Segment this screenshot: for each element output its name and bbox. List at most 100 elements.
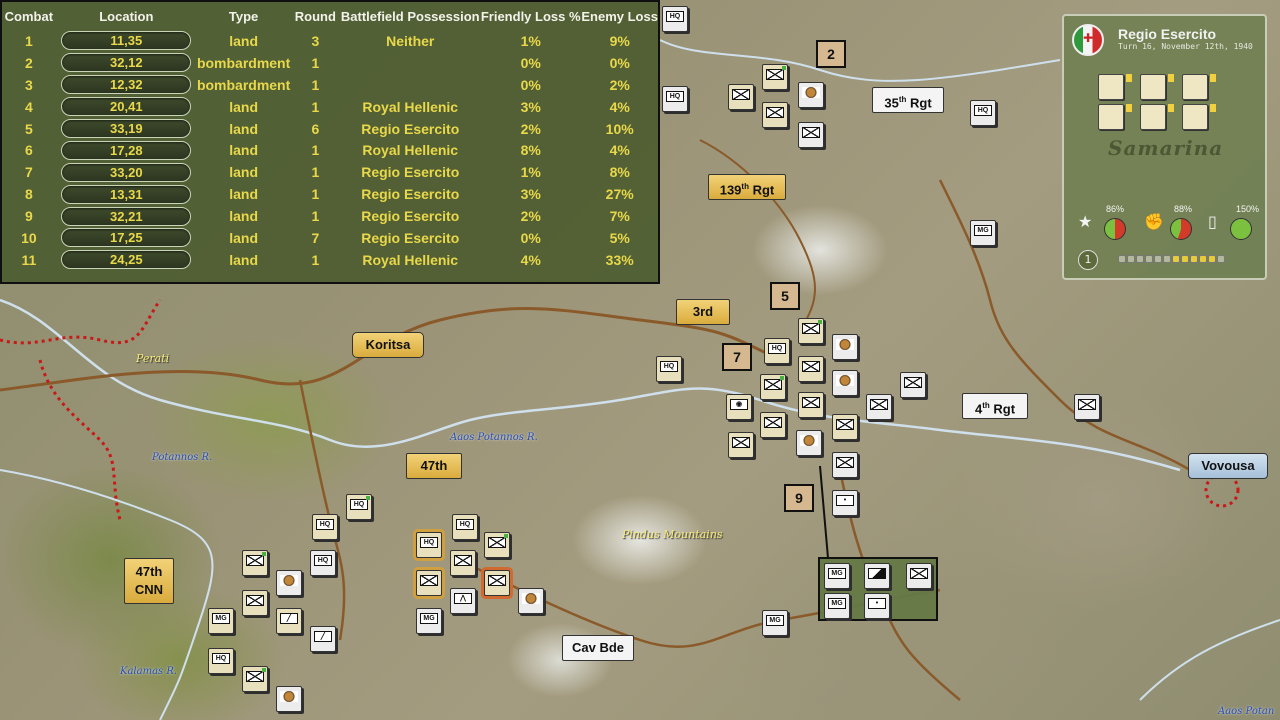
label-vovousa[interactable]: Vovousa <box>1188 453 1268 479</box>
table-row[interactable]: 5 33,19 land 6 Regio Esercito 2% 10% <box>2 118 658 140</box>
unit-counter-hq[interactable]: HQ <box>346 494 372 520</box>
unit-counter-hq[interactable]: HQ <box>208 648 234 674</box>
unit-counter-infantry[interactable] <box>760 412 786 438</box>
unit-counter-mg[interactable]: MG <box>824 563 850 589</box>
table-row[interactable]: 4 20,41 land 1 Royal Hellenic 3% 4% <box>2 96 658 118</box>
combat-marker-9[interactable]: 9 <box>784 484 814 512</box>
label-47th-cnn[interactable]: 47th CNN <box>124 558 174 604</box>
location-pill[interactable]: 17,28 <box>61 140 192 160</box>
unit-counter-artillery[interactable] <box>796 430 822 456</box>
location-pill[interactable]: 20,41 <box>61 97 192 117</box>
unit-counter-artillery[interactable] <box>276 686 302 712</box>
unit-counter-mg[interactable]: MG <box>208 608 234 634</box>
location-pill[interactable]: 11,35 <box>61 31 192 51</box>
label-47th[interactable]: 47th <box>406 453 462 479</box>
unit-counter-mg[interactable]: MG <box>824 593 850 619</box>
unit-counter-infantry[interactable] <box>798 318 824 344</box>
unit-counter-supply[interactable]: • <box>832 490 858 516</box>
combat-number: 10 <box>21 229 37 246</box>
unit-counter-hq[interactable]: HQ <box>310 550 336 576</box>
unit-counter-infantry[interactable] <box>832 452 858 478</box>
label-4th-rgt[interactable]: 4th Rgt <box>962 393 1028 419</box>
unit-counter-artillery[interactable] <box>798 82 824 108</box>
location-pill[interactable]: 17,25 <box>61 228 192 248</box>
unit-counter-infantry[interactable] <box>900 372 926 398</box>
label-cav-bde[interactable]: Cav Bde <box>562 635 634 661</box>
panel-unit-counter[interactable] <box>1098 74 1124 100</box>
unit-counter-hq[interactable]: HQ <box>662 86 688 112</box>
table-row[interactable]: 2 32,12 bombardment 1 0% 0% <box>2 52 658 74</box>
panel-unit-counter[interactable] <box>1182 104 1208 130</box>
unit-counter-infantry[interactable] <box>798 122 824 148</box>
unit-counter-infantry[interactable] <box>728 84 754 110</box>
combat-marker-7[interactable]: 7 <box>722 343 752 371</box>
unit-counter-artillery[interactable] <box>518 588 544 614</box>
unit-counter-infantry[interactable] <box>484 532 510 558</box>
table-row[interactable]: 8 13,31 land 1 Regio Esercito 3% 27% <box>2 183 658 205</box>
location-pill[interactable]: 32,21 <box>61 206 192 226</box>
unit-counter-infantry[interactable] <box>242 590 268 616</box>
panel-unit-counter[interactable] <box>1098 104 1124 130</box>
table-row[interactable]: 10 17,25 land 7 Regio Esercito 0% 5% <box>2 227 658 249</box>
unit-counter-infantry[interactable] <box>762 102 788 128</box>
unit-counter-hq[interactable]: HQ <box>656 356 682 382</box>
label-koritsa[interactable]: Koritsa <box>352 332 424 358</box>
unit-counter-hq[interactable]: HQ <box>970 100 996 126</box>
table-row[interactable]: 7 33,20 land 1 Regio Esercito 1% 8% <box>2 161 658 183</box>
unit-counter-cavalry[interactable]: ╱ <box>310 626 336 652</box>
table-row[interactable]: 9 32,21 land 1 Regio Esercito 2% 7% <box>2 205 658 227</box>
label-3rd[interactable]: 3rd <box>676 299 730 325</box>
panel-unit-counter[interactable] <box>1140 104 1166 130</box>
unit-counter-artillery[interactable] <box>832 370 858 396</box>
unit-counter-supply[interactable]: • <box>864 593 890 619</box>
unit-stack-callout[interactable]: MG MG • <box>818 557 938 621</box>
unit-counter-infantry[interactable] <box>760 374 786 400</box>
location-pill[interactable]: 13,31 <box>61 184 192 204</box>
panel-unit-counter[interactable] <box>1182 74 1208 100</box>
unit-counter-hq[interactable]: HQ <box>662 6 688 32</box>
unit-counter-infantry[interactable] <box>242 550 268 576</box>
combat-marker-5[interactable]: 5 <box>770 282 800 310</box>
table-row[interactable]: 3 12,32 bombardment 1 0% 2% <box>2 74 658 96</box>
unit-counter-infantry[interactable] <box>866 394 892 420</box>
unit-counter-infantry[interactable] <box>798 392 824 418</box>
location-pill[interactable]: 33,20 <box>61 162 192 182</box>
unit-counter-hq[interactable]: HQ <box>764 338 790 364</box>
table-row[interactable]: 1 11,35 land 3 Neither 1% 9% <box>2 30 658 52</box>
unit-counter-infantry[interactable] <box>450 550 476 576</box>
friendly-loss: 0% <box>520 54 541 71</box>
unit-counter-artillery[interactable] <box>832 334 858 360</box>
unit-counter-hq-selected[interactable]: HQ <box>416 532 442 558</box>
unit-counter-hq[interactable]: HQ <box>452 514 478 540</box>
label-35th-rgt[interactable]: 35th Rgt <box>872 87 944 113</box>
unit-counter-mg[interactable]: MG <box>416 608 442 634</box>
label-139th-rgt[interactable]: 139th Rgt <box>708 174 786 200</box>
unit-counter-cavalry[interactable]: ╱ <box>276 608 302 634</box>
unit-counter-infantry[interactable] <box>762 64 788 90</box>
location-pill[interactable]: 33,19 <box>61 119 192 138</box>
unit-counter-infantry[interactable] <box>1074 394 1100 420</box>
unit-counter-infantry[interactable] <box>728 432 754 458</box>
unit-counter-infantry[interactable] <box>832 414 858 440</box>
unit-counter-infantry[interactable] <box>906 563 932 589</box>
unit-counter-artillery[interactable] <box>276 570 302 596</box>
unit-counter-mg[interactable]: MG <box>970 220 996 246</box>
location-pill[interactable]: 32,12 <box>61 53 192 73</box>
unit-counter-hq[interactable]: HQ <box>312 514 338 540</box>
panel-unit-counter[interactable] <box>1140 74 1166 100</box>
unit-counter-infantry[interactable] <box>798 356 824 382</box>
location-pill[interactable]: 24,25 <box>61 250 192 270</box>
unit-counter-infantry-selected[interactable] <box>484 570 510 596</box>
unit-counter-armor[interactable] <box>864 563 890 589</box>
unit-counter-infantry[interactable] <box>242 666 268 692</box>
combat-marker-2[interactable]: 2 <box>816 40 846 68</box>
unit-counter-infantry-selected[interactable] <box>416 570 442 596</box>
unit-counter-mg[interactable]: MG <box>762 610 788 636</box>
unit-counter-mountain[interactable]: ⋀ <box>450 588 476 614</box>
unit-counter-recon[interactable]: ◉ <box>726 394 752 420</box>
table-row[interactable]: 11 24,25 land 1 Royal Hellenic 4% 33% <box>2 249 658 271</box>
location-pill[interactable]: 12,32 <box>61 75 192 95</box>
infantry-icon <box>454 555 472 566</box>
table-row[interactable]: 6 17,28 land 1 Royal Hellenic 8% 4% <box>2 139 658 161</box>
aaos-river <box>0 298 1181 472</box>
